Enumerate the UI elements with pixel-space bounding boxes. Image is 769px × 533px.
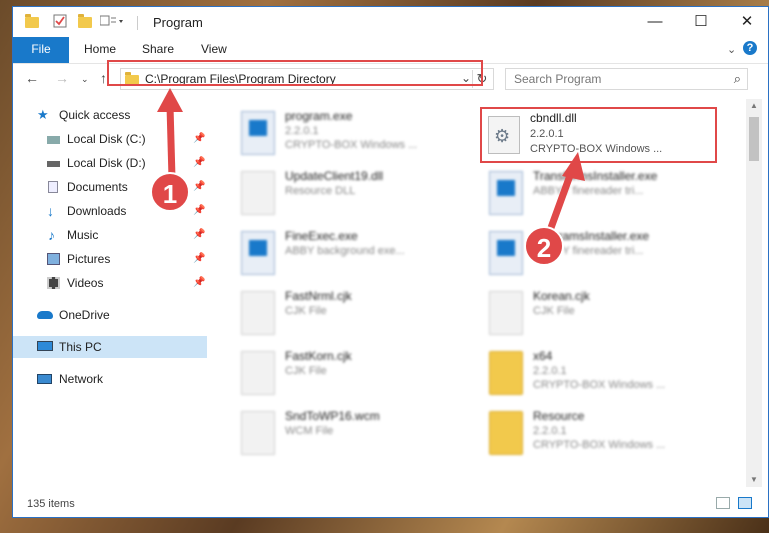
step-badge-1: 1 xyxy=(150,172,190,212)
step-badge-2: 2 xyxy=(524,226,564,266)
annotation-arrows xyxy=(157,88,585,238)
